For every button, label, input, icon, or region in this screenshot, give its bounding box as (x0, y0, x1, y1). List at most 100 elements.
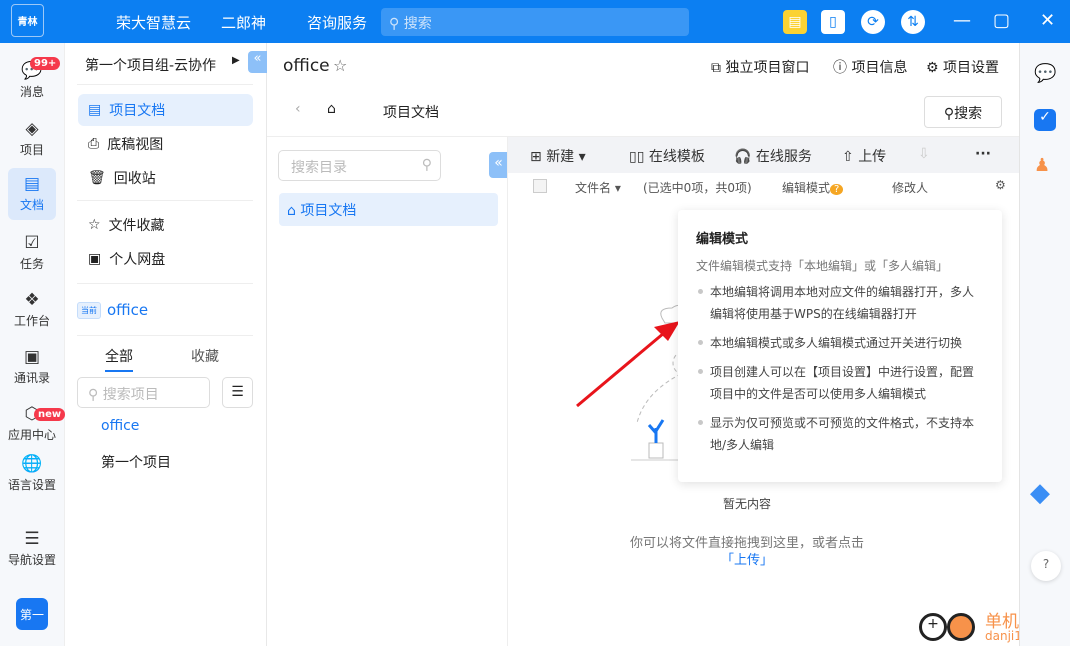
help-icon[interactable]: ? (830, 184, 844, 195)
search-icon: ⚲ (389, 16, 404, 32)
home-icon: ⌂ (287, 203, 301, 219)
tooltip-subtitle: 文件编辑模式支持「本地编辑」或「多人编辑」 (696, 259, 949, 273)
window-icon: ⧉ (711, 60, 726, 76)
nav-erlangshen[interactable]: 二郎神 (221, 12, 266, 33)
trash-icon: 🗑 (88, 170, 106, 186)
page-title: office (283, 56, 330, 76)
dot-logo-icon (947, 613, 975, 641)
divider (77, 335, 253, 336)
grid-icon: ❖ (24, 290, 40, 310)
sidebar-item-recycle[interactable]: 🗑 回收站 (78, 162, 253, 194)
rail-language[interactable]: 🌐 语言设置 (4, 448, 60, 500)
rail-tasks[interactable]: ☑ 任务 (8, 227, 56, 279)
plus-logo-icon: + (919, 613, 947, 641)
help-icon[interactable]: ? (1031, 551, 1061, 581)
divider (77, 283, 253, 284)
online-template-button[interactable]: ▯▯ 在线模板 (629, 146, 705, 166)
collapse-tree-button[interactable]: « (489, 152, 508, 178)
sliders-icon: ☰ (24, 529, 40, 549)
download-icon[interactable]: ⇩ (918, 146, 930, 162)
globe-icon: 🌐 (21, 454, 43, 474)
rail-messages[interactable]: 💬 消息 99+ (8, 55, 61, 107)
document-icon: ▤ (23, 174, 41, 194)
upload-icon: ⇧ (842, 149, 859, 165)
nav-consult[interactable]: 咨询服务 (307, 12, 367, 33)
back-icon[interactable]: ‹ (295, 101, 301, 117)
headset-icon: 🎧 (734, 149, 756, 165)
chat-app-icon[interactable]: 💬 (1034, 63, 1056, 84)
more-button[interactable]: ··· (975, 146, 991, 162)
nav-rongda[interactable]: 荣大智慧云 (116, 12, 191, 33)
project-item[interactable]: 第一个项目 (101, 452, 171, 472)
project-info-button[interactable]: ⓘ 项目信息 (833, 57, 907, 77)
template-icon: ▯▯ (629, 149, 649, 165)
check-app-icon[interactable]: ✓ (1034, 109, 1056, 131)
tree-root-item[interactable]: ⌂ 项目文档 (279, 193, 498, 226)
search-icon: ⚲ (421, 157, 432, 173)
person-app-icon[interactable]: ♟ (1034, 155, 1050, 176)
rail-contacts[interactable]: ▣ 通讯录 (8, 341, 56, 393)
project-settings-button[interactable]: ⚙ 项目设置 (926, 57, 999, 77)
contacts-icon: ▣ (23, 347, 41, 367)
sidebar-item-draft-view[interactable]: ⎙ 底稿视图 (78, 128, 253, 160)
column-filename[interactable]: 文件名 ▾ (575, 179, 621, 196)
tooltip-bullet: 项目创建人可以在【项目设置】中进行设置，配置项目中的文件是否可以使用多人编辑模式 (696, 361, 984, 405)
close-icon[interactable]: ✕ (1040, 10, 1055, 31)
assistant-icon[interactable]: ◆ (1030, 478, 1060, 518)
tab-favorites[interactable]: 收藏 (191, 346, 219, 366)
online-service-button[interactable]: 🎧 在线服务 (734, 146, 812, 166)
rail-docs[interactable]: ▤ 文档 (8, 168, 56, 220)
user-card-icon: ▣ (88, 251, 102, 267)
printer-icon: ⎙ (88, 136, 100, 152)
divider (77, 84, 253, 85)
standalone-window-button[interactable]: ⧉ 独立项目窗口 (711, 57, 809, 77)
layers-icon: ◈ (25, 119, 39, 139)
doc-icon: ▤ (88, 102, 102, 118)
tooltip-title: 编辑模式 (696, 232, 749, 247)
selection-count: (已选中0项，共0项) (643, 181, 752, 195)
directory-search-input[interactable]: 搜索目录 ⚲ (278, 150, 441, 181)
new-button[interactable]: ⊞ 新建 ▾ (530, 146, 586, 166)
upload-link[interactable]: 「上传」 (721, 553, 773, 568)
rail-app-center[interactable]: ⬡ 应用中心 new (4, 398, 66, 450)
app-logo[interactable]: 青林 (11, 4, 44, 37)
user-avatar[interactable]: 第一 (16, 598, 48, 630)
global-search-input[interactable]: ⚲ 搜索 (381, 8, 689, 36)
current-tag: 当前 (77, 302, 101, 319)
sidebar-item-project-docs[interactable]: ▤ 项目文档 (78, 94, 253, 126)
rail-nav-settings[interactable]: ☰ 导航设置 (4, 523, 60, 575)
minimize-icon[interactable]: — (953, 10, 971, 31)
breadcrumb[interactable]: 项目文档 (383, 102, 439, 122)
sort-button[interactable]: ☰ (222, 377, 253, 408)
home-icon[interactable]: ⌂ (327, 101, 336, 117)
tab-all[interactable]: 全部 (105, 346, 133, 372)
sync-icon[interactable]: ⟳ (861, 10, 885, 34)
search-button[interactable]: ⚲搜索 (924, 96, 1002, 128)
tooltip-bullet: 本地编辑模式或多人编辑模式通过开关进行切换 (696, 332, 984, 354)
project-search-input[interactable]: ⚲ 搜索项目 (77, 377, 210, 408)
star-icon[interactable]: ☆ (333, 56, 347, 75)
search-icon: ⚲ (88, 387, 103, 403)
maximize-icon[interactable]: ▢ (993, 10, 1010, 31)
sidebar-item-favorites[interactable]: ☆ 文件收藏 (78, 209, 253, 241)
rail-projects[interactable]: ◈ 项目 (8, 113, 56, 165)
mobile-icon[interactable]: ▯ (821, 10, 845, 34)
collapse-sidebar-button[interactable]: « (248, 51, 267, 73)
new-badge: new (34, 408, 66, 421)
column-modifier: 修改人 (892, 181, 929, 195)
sidebar-item-personal-disk[interactable]: ▣ 个人网盘 (78, 243, 253, 275)
project-item[interactable]: office (101, 418, 139, 434)
notes-icon[interactable]: ▤ (783, 10, 807, 34)
edit-mode-tooltip: 编辑模式 文件编辑模式支持「本地编辑」或「多人编辑」 本地编辑将调用本地对应文件… (678, 210, 1002, 482)
search-icon: ⚲ (943, 106, 955, 122)
expand-arrow-icon[interactable]: ▶ (232, 55, 240, 66)
current-project[interactable]: office (107, 301, 148, 319)
column-edit-mode[interactable]: 编辑模式? (782, 179, 844, 196)
project-group-name[interactable]: 第一个项目组-云协作 (85, 55, 216, 75)
upload-button[interactable]: ⇧ 上传 (842, 146, 886, 166)
transfer-icon[interactable]: ⇅ (901, 10, 925, 34)
rail-workbench[interactable]: ❖ 工作台 (8, 284, 56, 336)
select-all-checkbox[interactable] (533, 179, 547, 193)
right-toolbar: 💬 ✓ ♟ ◆ ? (1019, 43, 1070, 646)
column-settings-icon[interactable]: ⚙ (995, 178, 1006, 192)
